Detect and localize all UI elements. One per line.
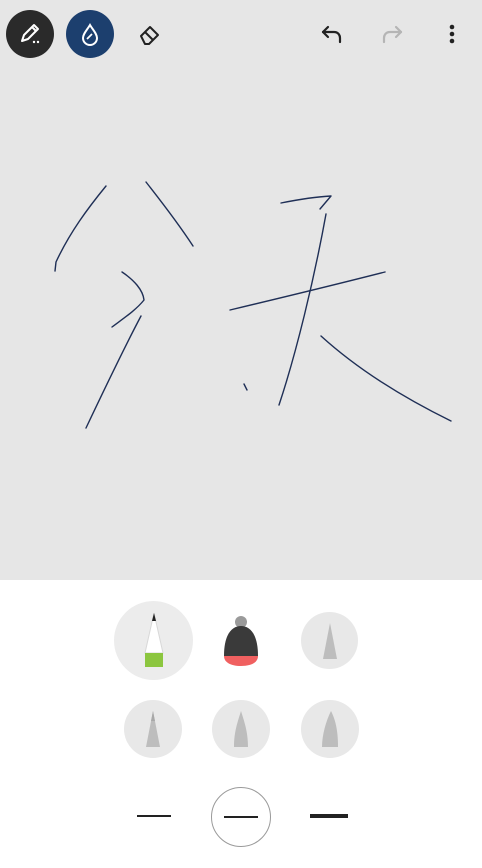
pen-settings-icon	[21, 24, 40, 44]
brush-pen-option[interactable]	[301, 700, 359, 758]
ink-stroke	[54, 185, 107, 272]
ink-stroke	[278, 213, 327, 406]
thickness-thin[interactable]	[130, 796, 178, 836]
more-vertical-icon	[449, 24, 455, 44]
ink-drop-icon	[81, 23, 99, 46]
ink-stroke	[85, 315, 142, 429]
thick-line-preview	[310, 814, 348, 818]
ink-stroke	[320, 335, 452, 422]
eraser-icon	[140, 26, 159, 45]
thickness-medium[interactable]	[211, 787, 271, 847]
ink-mode-button[interactable]	[66, 10, 114, 58]
ink-stroke	[280, 195, 332, 210]
ink-stroke	[145, 181, 194, 247]
ink-stroke	[243, 383, 248, 391]
undo-icon	[321, 25, 342, 44]
marker-pen-icon	[224, 616, 258, 666]
thin-line-preview	[137, 815, 171, 817]
undo-button[interactable]	[308, 10, 356, 58]
drawing-canvas[interactable]	[0, 72, 482, 580]
fountain-pen-option[interactable]	[212, 700, 270, 758]
thickness-thick[interactable]	[305, 796, 353, 836]
handwriting-strokes	[54, 181, 452, 429]
top-toolbar	[0, 0, 482, 72]
brush-pen-icon	[322, 711, 338, 747]
ballpoint-pen-icon	[143, 612, 164, 667]
pencil-option[interactable]	[124, 700, 182, 758]
pencil-icon	[146, 711, 160, 747]
calligraphy-pen-option[interactable]	[301, 612, 358, 669]
redo-icon	[382, 25, 403, 44]
eraser-button[interactable]	[126, 10, 174, 58]
pen-settings-button[interactable]	[6, 10, 54, 58]
fountain-pen-icon	[234, 711, 248, 747]
redo-button[interactable]	[368, 10, 416, 58]
pen-settings-panel	[0, 580, 482, 868]
ballpoint-pen-option[interactable]	[114, 601, 193, 680]
marker-pen-option[interactable]	[212, 612, 270, 670]
medium-line-preview	[224, 816, 258, 818]
more-options-button[interactable]	[428, 10, 476, 58]
calligraphy-pen-icon	[322, 622, 337, 659]
